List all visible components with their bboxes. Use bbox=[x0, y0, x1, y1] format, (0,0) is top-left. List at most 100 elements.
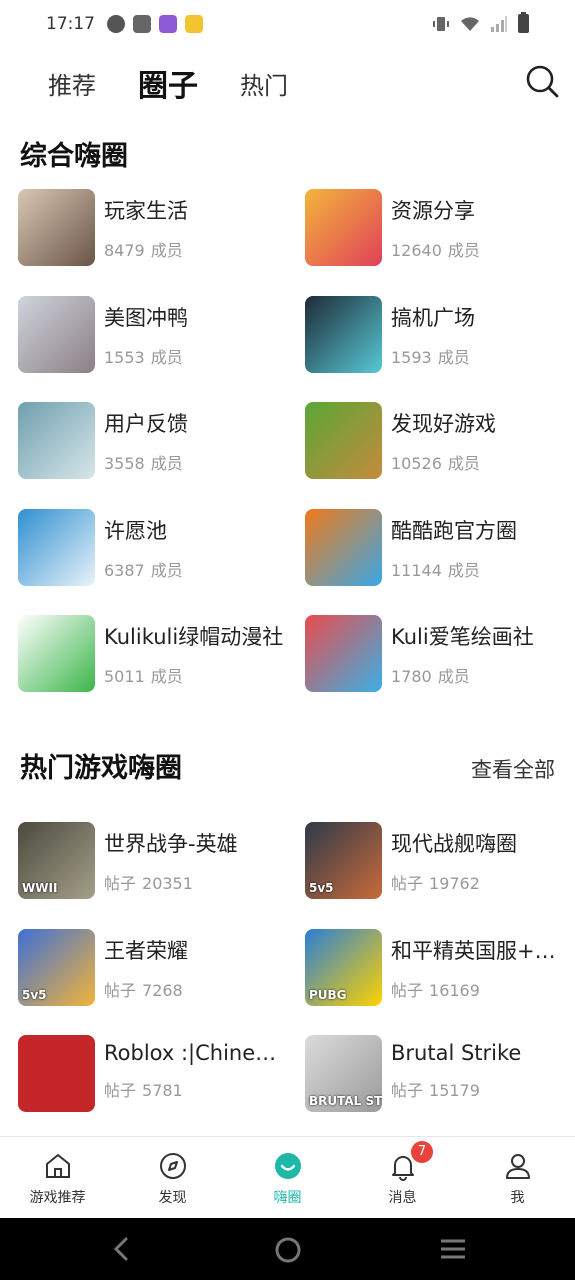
signal-icon bbox=[491, 15, 507, 32]
circle-cover-image bbox=[305, 508, 382, 586]
tab-circles[interactable]: 圈子 bbox=[138, 61, 198, 105]
circle-meta: 1553 成员 bbox=[104, 344, 284, 368]
member-unit: 成员 bbox=[150, 560, 183, 580]
member-count: 5011 bbox=[104, 667, 145, 686]
circle-meta: 帖子 7268 bbox=[104, 977, 284, 1001]
circle-name: 美图冲鸭 bbox=[104, 305, 188, 330]
post-count: 5781 bbox=[142, 1081, 183, 1100]
circle-meta: 1593 成员 bbox=[391, 344, 571, 368]
unread-badge: 7 bbox=[411, 1141, 433, 1163]
member-count: 6387 bbox=[104, 560, 145, 580]
circle-meta: 3558 成员 bbox=[104, 450, 284, 474]
circle-card[interactable]: 美图冲鸭 1553 成员 bbox=[18, 295, 288, 374]
post-label: 帖子 bbox=[391, 874, 424, 893]
game-circle-card[interactable]: BRUTAL STRIKE Brutal Strike 帖子 15179 bbox=[305, 1035, 575, 1113]
nav-item-discover[interactable]: 发现 bbox=[115, 1137, 230, 1218]
member-unit: 成员 bbox=[150, 454, 183, 473]
tab-recommend[interactable]: 推荐 bbox=[48, 66, 96, 101]
post-label: 帖子 bbox=[391, 980, 424, 1000]
circle-card[interactable]: 许愿池 6387 成员 bbox=[18, 508, 288, 587]
nav-item-messages[interactable]: 消息 7 bbox=[345, 1137, 460, 1218]
search-icon[interactable] bbox=[525, 64, 559, 98]
circle-card[interactable]: Kuli爱笔绘画社 1780 成员 bbox=[305, 615, 575, 693]
circle-name: 发现好游戏 bbox=[391, 412, 496, 436]
circle-meta: 帖子 19762 bbox=[391, 870, 571, 894]
vibrate-icon bbox=[433, 16, 449, 31]
nav-label: 发现 bbox=[158, 1190, 187, 1206]
cover-overlay-text: WWII bbox=[22, 881, 58, 895]
nav-item-game-recommend[interactable]: 游戏推荐 bbox=[0, 1137, 115, 1218]
post-label: 帖子 bbox=[391, 1081, 424, 1100]
circle-card[interactable]: 搞机广场 1593 成员 bbox=[305, 295, 575, 374]
cover-overlay-text: PUBG bbox=[309, 987, 347, 1002]
home-circle-icon[interactable] bbox=[274, 1236, 302, 1264]
section-title-general: 综合嗨圈 bbox=[20, 141, 128, 172]
post-count: 7268 bbox=[142, 980, 183, 1000]
status-system-icons bbox=[432, 12, 529, 33]
member-count: 8479 bbox=[104, 241, 145, 260]
member-count: 10526 bbox=[391, 454, 442, 473]
circle-card[interactable]: 用户反馈 3558 成员 bbox=[18, 402, 288, 480]
circle-cover-image bbox=[18, 615, 95, 692]
circle-smile-icon bbox=[274, 1153, 301, 1179]
member-count: 3558 bbox=[104, 454, 145, 473]
post-count: 15179 bbox=[429, 1081, 480, 1100]
status-time: 17:17 bbox=[46, 14, 95, 34]
member-count: 1780 bbox=[391, 667, 432, 686]
member-count: 1553 bbox=[104, 347, 145, 367]
game-circle-card[interactable]: Roblox :|Chinese Ed 帖子 5781 bbox=[18, 1035, 288, 1113]
circle-meta: 帖子 16169 bbox=[391, 977, 571, 1001]
chat-notification-icon bbox=[185, 15, 203, 33]
circle-card[interactable]: 资源分享 12640 成员 bbox=[305, 189, 575, 267]
circle-meta: 6387 成员 bbox=[104, 557, 284, 581]
nav-label: 消息 bbox=[388, 1190, 417, 1206]
circle-name: 和平精英国服+外服 bbox=[391, 938, 571, 963]
see-all-link[interactable]: 查看全部 bbox=[471, 754, 555, 784]
circle-meta: 5011 成员 bbox=[104, 663, 284, 687]
circle-name: Roblox :|Chinese Ed bbox=[104, 1041, 284, 1065]
game-circle-card[interactable]: WWII 世界战争-英雄 帖子 20351 bbox=[18, 822, 288, 900]
member-unit: 成员 bbox=[150, 667, 183, 686]
shield-icon bbox=[133, 15, 151, 33]
game-cover-image: BRUTAL STRIKE bbox=[305, 1035, 382, 1112]
game-circle-card[interactable]: PUBG 和平精英国服+外服 帖子 16169 bbox=[305, 928, 575, 1007]
member-unit: 成员 bbox=[447, 241, 480, 260]
circle-meta: 帖子 15179 bbox=[391, 1077, 571, 1101]
circle-card[interactable]: 酷酷跑官方圈 11144 成员 bbox=[305, 508, 575, 587]
tab-hot[interactable]: 热门 bbox=[240, 66, 288, 101]
nav-item-me[interactable]: 我 bbox=[460, 1137, 575, 1218]
circle-meta: 11144 成员 bbox=[391, 557, 571, 581]
system-nav-bar bbox=[0, 1218, 575, 1280]
battery-icon bbox=[518, 12, 529, 33]
post-label: 帖子 bbox=[104, 874, 137, 893]
wifi-icon bbox=[461, 16, 479, 31]
circle-card[interactable]: 玩家生活 8479 成员 bbox=[18, 189, 288, 267]
circle-cover-image bbox=[305, 295, 382, 373]
post-label: 帖子 bbox=[104, 1081, 137, 1100]
game-cover-image: 5v5 bbox=[18, 928, 95, 1006]
nav-label: 游戏推荐 bbox=[29, 1190, 86, 1206]
game-circle-card[interactable]: 5v5 王者荣耀 帖子 7268 bbox=[18, 928, 288, 1007]
check-icon bbox=[107, 15, 125, 33]
circle-meta: 10526 成员 bbox=[391, 450, 571, 474]
circle-meta: 8479 成员 bbox=[104, 237, 284, 261]
back-icon[interactable] bbox=[110, 1236, 134, 1262]
cover-overlay-text: BRUTAL STRIKE bbox=[309, 1094, 382, 1108]
member-unit: 成员 bbox=[150, 241, 183, 260]
circle-cover-image bbox=[18, 189, 95, 266]
circle-meta: 12640 成员 bbox=[391, 237, 571, 261]
member-unit: 成员 bbox=[437, 347, 470, 367]
game-circle-card[interactable]: 5v5 现代战舰嗨圈 帖子 19762 bbox=[305, 822, 575, 900]
circle-card[interactable]: 发现好游戏 10526 成员 bbox=[305, 402, 575, 480]
circle-meta: 1780 成员 bbox=[391, 663, 571, 687]
nav-item-circles[interactable]: 嗨圈 bbox=[230, 1137, 345, 1218]
post-label: 帖子 bbox=[104, 980, 137, 1000]
cover-overlay-text: 5v5 bbox=[309, 881, 334, 895]
nav-label: 我 bbox=[510, 1190, 525, 1206]
member-count: 11144 bbox=[391, 560, 442, 580]
circle-card[interactable]: Kulikuli绿帽动漫社 5011 成员 bbox=[18, 615, 288, 693]
circle-meta: 帖子 20351 bbox=[104, 870, 284, 894]
status-bar: 17:17 bbox=[0, 0, 575, 48]
top-tabs: 推荐 圈子 热门 bbox=[0, 50, 575, 116]
menu-icon[interactable] bbox=[439, 1236, 467, 1262]
